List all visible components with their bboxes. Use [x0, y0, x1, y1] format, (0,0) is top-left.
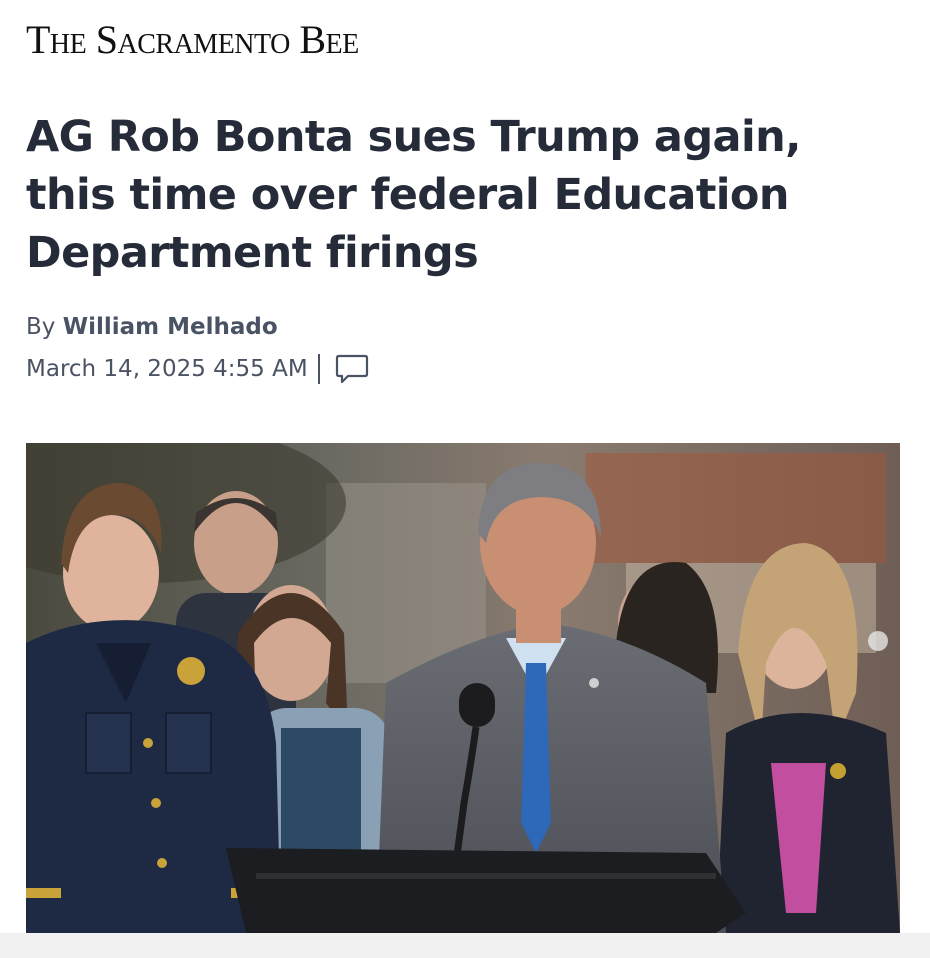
publish-timestamp: March 14, 2025 4:55 AM	[26, 356, 308, 382]
press-conference-photo	[26, 443, 900, 933]
page-bottom-strip	[0, 933, 930, 958]
article-headline: AG Rob Bonta sues Trump again, this time…	[26, 112, 801, 278]
comment-bubble-icon[interactable]	[334, 352, 370, 386]
article-lead-photo[interactable]	[26, 443, 900, 933]
dateline-divider	[317, 354, 320, 384]
author-link[interactable]: William Melhado	[63, 314, 278, 340]
byline: By William Melhado	[26, 312, 278, 342]
byline-prefix: By	[26, 314, 56, 340]
dateline: March 14, 2025 4:55 AM	[26, 352, 370, 386]
article-page: The Sacramento Bee AG Rob Bonta sues Tru…	[0, 0, 930, 958]
publication-logo[interactable]: The Sacramento Bee	[26, 16, 359, 64]
